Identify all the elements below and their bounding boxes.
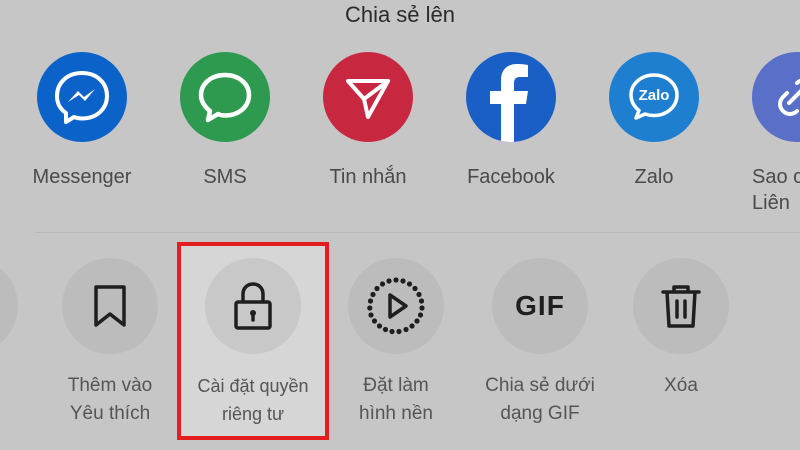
messenger-icon[interactable] bbox=[37, 52, 127, 142]
share-label-direct-message: Tin nhắn bbox=[329, 166, 407, 188]
sms-icon[interactable] bbox=[180, 52, 270, 142]
live-wallpaper-icon[interactable] bbox=[348, 258, 444, 354]
action-label-set-wallpaper: Đặt làm hình nền bbox=[359, 375, 433, 424]
share-direct-message[interactable]: Tin nhắn bbox=[303, 52, 433, 190]
action-label-add-favorite: Thêm vào Yêu thích bbox=[67, 375, 153, 424]
share-sheet: Chia sẻ lên Messenger SMS Tin nhắn Faceb… bbox=[0, 0, 800, 450]
section-divider bbox=[36, 232, 800, 233]
lock-icon[interactable] bbox=[205, 258, 301, 354]
share-label-messenger: Messenger bbox=[32, 166, 132, 188]
share-facebook[interactable]: Facebook bbox=[446, 52, 576, 190]
action-privacy-settings[interactable]: Cài đặt quyền riêng tư bbox=[177, 242, 329, 440]
share-copy-link[interactable]: Sao c Liên bbox=[732, 52, 800, 216]
gif-icon[interactable]: GIF bbox=[492, 258, 588, 354]
share-label-facebook: Facebook bbox=[467, 166, 555, 188]
action-label-delete: Xóa bbox=[664, 375, 698, 396]
direct-message-icon[interactable] bbox=[323, 52, 413, 142]
sheet-title: Chia sẻ lên bbox=[344, 2, 456, 27]
copy-link-icon[interactable] bbox=[752, 52, 800, 142]
share-messenger[interactable]: Messenger bbox=[17, 52, 147, 190]
action-delete[interactable]: Xóa bbox=[611, 258, 751, 400]
zalo-icon[interactable]: Zalo bbox=[609, 52, 699, 142]
share-label-copy-link: Sao c Liên bbox=[752, 166, 800, 214]
share-label-zalo: Zalo bbox=[634, 166, 674, 188]
facebook-icon[interactable] bbox=[466, 52, 556, 142]
action-share-gif[interactable]: GIF Chia sẻ dưới dạng GIF bbox=[470, 258, 610, 428]
share-label-sms: SMS bbox=[203, 166, 247, 188]
share-zalo[interactable]: Zalo Zalo bbox=[589, 52, 719, 190]
actions-row: Thêm vào Yêu thích Đặt làm hình nền GIF … bbox=[0, 258, 800, 438]
action-add-favorite[interactable]: Thêm vào Yêu thích bbox=[40, 258, 180, 428]
share-targets-row: Messenger SMS Tin nhắn Facebook Zalo Zal… bbox=[0, 52, 800, 222]
share-sms[interactable]: SMS bbox=[160, 52, 290, 190]
bookmark-icon[interactable] bbox=[62, 258, 158, 354]
action-set-wallpaper[interactable]: Đặt làm hình nền bbox=[326, 258, 466, 428]
action-label-privacy-settings: Cài đặt quyền riêng tư bbox=[197, 376, 309, 424]
action-label-share-gif: Chia sẻ dưới dạng GIF bbox=[485, 375, 595, 424]
svg-text:Zalo: Zalo bbox=[639, 87, 670, 104]
trash-icon[interactable] bbox=[633, 258, 729, 354]
